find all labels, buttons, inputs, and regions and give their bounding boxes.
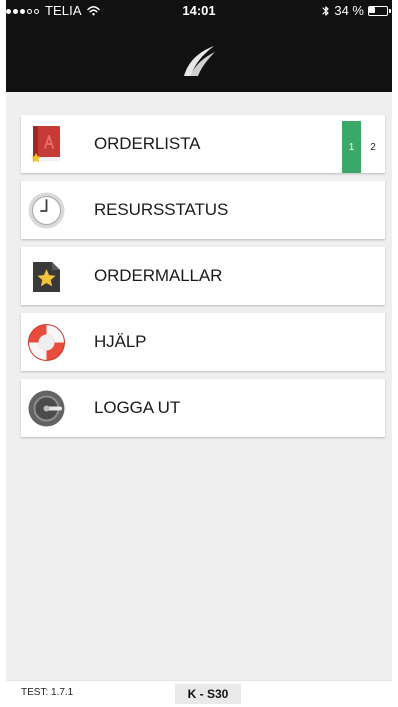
version-label: TEST: 1.7.1: [21, 687, 74, 698]
menu-item-resursstatus[interactable]: RESURSSTATUS: [21, 181, 385, 239]
battery-cap: [389, 8, 391, 13]
menu-item-ordermallar[interactable]: ORDERMALLAR: [21, 247, 385, 305]
starred-folder-icon: [33, 262, 60, 292]
order-count-green: 1: [342, 121, 361, 173]
order-count-white: 2: [361, 121, 385, 173]
battery-fill: [369, 6, 375, 13]
app-logo-icon: [184, 46, 215, 76]
app-viewport: TELIA 14:01 34 % ORDERLISTA 1 2 RESURSST…: [6, 0, 392, 707]
book-icon: [31, 126, 60, 163]
status-right: 34 %: [322, 0, 392, 22]
app-screen: TELIA 14:01 34 % ORDERLISTA 1 2 RESURSST…: [0, 0, 398, 707]
app-header: TELIA 14:01 34 %: [6, 0, 392, 92]
clock-icon: [28, 192, 65, 229]
battery-icon: [368, 5, 392, 17]
menu-item-orderlista[interactable]: ORDERLISTA 1 2: [21, 115, 385, 173]
menu-item-label: RESURSSTATUS: [94, 200, 229, 219]
battery-percentage: 34 %: [334, 3, 364, 18]
main-menu: ORDERLISTA 1 2 RESURSSTATUS ORDERMALLAR …: [21, 115, 385, 437]
status-bar: TELIA 14:01 34 %: [6, 0, 392, 22]
menu-item-label: HJÄLP: [94, 332, 147, 351]
power-dial-icon: [28, 390, 65, 427]
menu-item-label: ORDERMALLAR: [94, 266, 223, 285]
order-count-badges: 1 2: [342, 121, 385, 173]
menu-item-logga-ut[interactable]: LOGGA UT: [21, 379, 385, 437]
bluetooth-icon: [322, 6, 329, 16]
lifebuoy-icon: [28, 324, 65, 361]
app-footer: TEST: 1.7.1 K - S30: [6, 680, 392, 707]
menu-item-label: LOGGA UT: [94, 398, 181, 417]
menu-item-label: ORDERLISTA: [94, 134, 201, 153]
vehicle-id-badge: K - S30: [175, 684, 241, 704]
menu-item-hjalp[interactable]: HJÄLP: [21, 313, 385, 371]
